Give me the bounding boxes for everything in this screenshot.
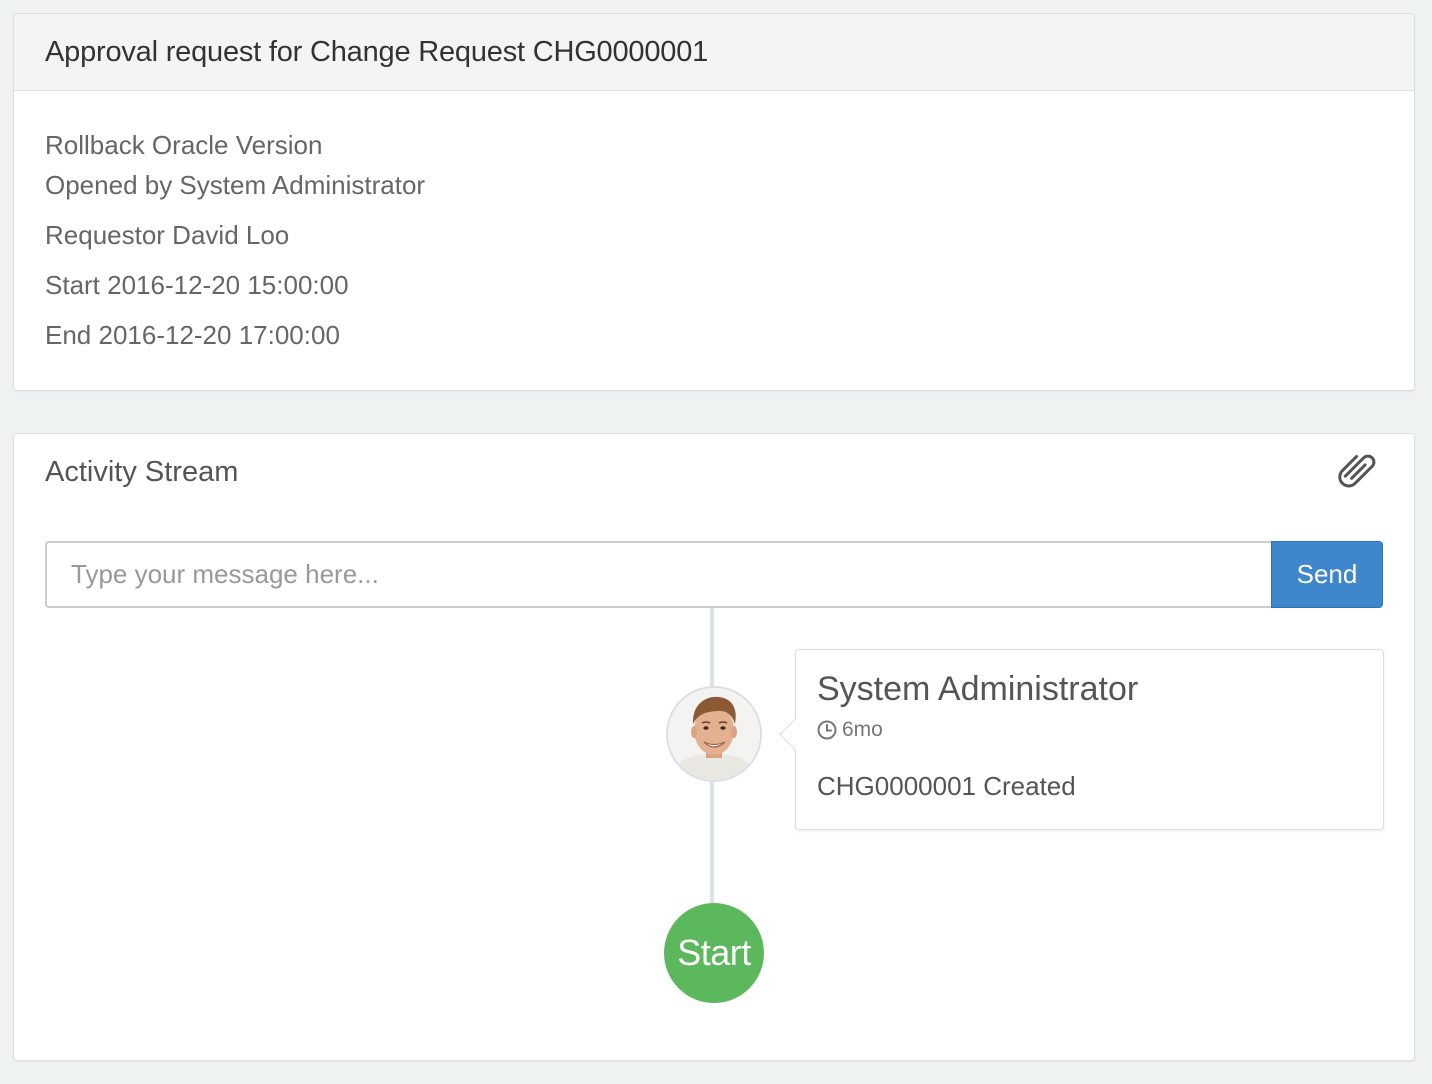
paperclip-icon[interactable] [1331,448,1385,496]
activity-stream-title: Activity Stream [45,456,239,488]
approval-header: Approval request for Change Request CHG0… [14,14,1414,91]
entry-time-label: 6mo [842,718,883,741]
avatar [666,686,762,782]
start-badge: Start [664,903,764,1003]
approval-details: Rollback Oracle Version Opened by System… [14,91,1414,355]
entry-text: CHG0000001 Created [817,771,1076,801]
short-description: Rollback Oracle Version [45,130,323,160]
approval-panel: Approval request for Change Request CHG0… [13,13,1415,391]
send-button[interactable]: Send [1271,541,1383,608]
end-time: End 2016-12-20 17:00:00 [45,320,340,350]
requestor: Requestor David Loo [45,220,290,250]
entry-timestamp: 6mo [817,718,883,742]
opened-by: Opened by System Administrator [45,170,426,200]
entry-author: System Administrator [817,670,1139,708]
message-input[interactable] [45,541,1271,608]
activity-entry: System Administrator 6mo CHG0000001 Crea… [795,649,1384,830]
approval-title: Approval request for Change Request CHG0… [45,36,709,68]
clock-icon [817,720,837,740]
start-time: Start 2016-12-20 15:00:00 [45,270,349,300]
activity-stream-panel: Activity Stream Send System A [13,433,1415,1061]
message-composer: Send [45,541,1383,608]
